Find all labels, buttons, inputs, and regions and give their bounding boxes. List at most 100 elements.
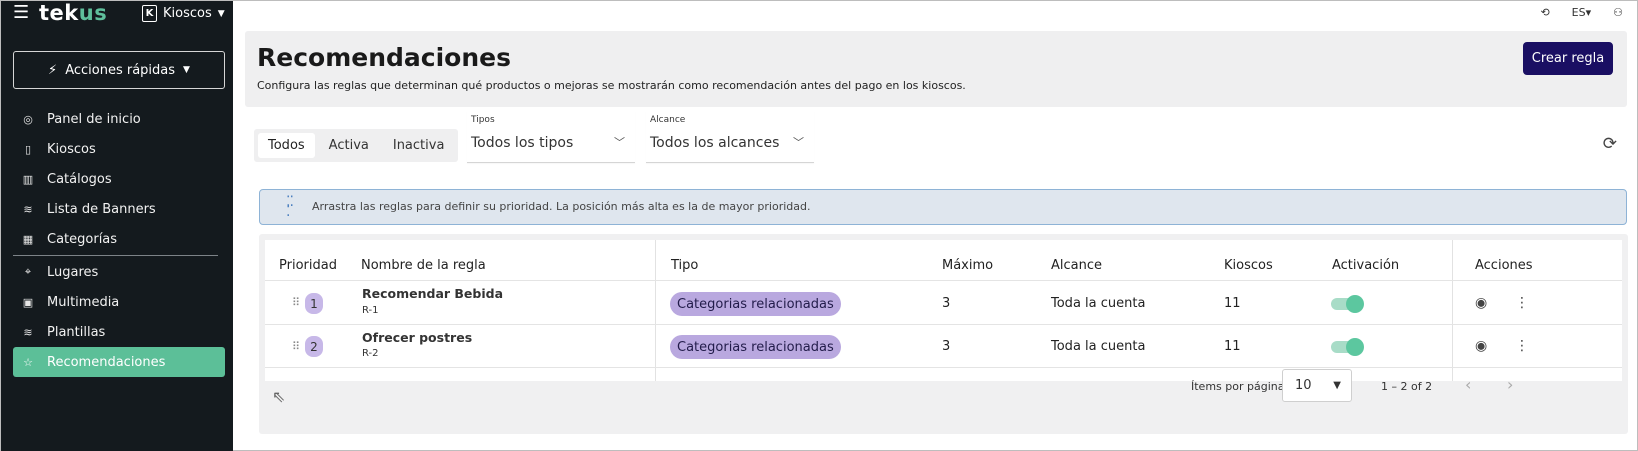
kiosk-icon: ▯ <box>24 142 32 156</box>
activation-toggle[interactable] <box>1331 338 1364 356</box>
sidebar-item-categorias[interactable]: ▦ Categorías <box>13 224 225 254</box>
items-per-page-label: Ítems por página <box>1191 380 1285 393</box>
sidebar-item-label: Panel de inicio <box>47 111 141 127</box>
create-rule-button[interactable]: Crear regla <box>1523 42 1613 75</box>
kiosks-count: 11 <box>1224 339 1241 354</box>
kiosk-badge-icon: K <box>142 5 157 22</box>
sidebar-item-lista-de-banners[interactable]: ≋ Lista de Banners <box>13 194 225 224</box>
drag-handle-icon[interactable]: ⠿ <box>292 340 300 353</box>
scope-label: Alcance <box>650 115 686 125</box>
history-icon[interactable]: ⟲ <box>1540 6 1549 19</box>
sidebar-item-catalogos[interactable]: ▥ Catálogos <box>13 164 225 194</box>
menu-icon[interactable]: ☰ <box>13 4 29 22</box>
layers-icon: ≋ <box>23 325 33 339</box>
rule-name: Ofrecer postres <box>362 330 473 345</box>
header-kiosks: Kioscos <box>1224 258 1273 273</box>
user-icon[interactable]: ⚇ <box>1613 6 1623 19</box>
type-chip: Categorias relacionadas <box>670 335 841 359</box>
activation-toggle[interactable] <box>1331 295 1364 313</box>
header-rule-name: Nombre de la regla <box>361 258 486 273</box>
brand-row: ☰ tekus K Kioscos ▼ <box>1 1 233 29</box>
column-divider <box>655 240 656 381</box>
sidebar-item-label: Lugares <box>47 264 99 280</box>
sidebar-item-label: Lista de Banners <box>47 201 156 217</box>
header-actions: Acciones <box>1475 258 1533 273</box>
sidebar-nav: ◎ Panel de inicio ▯ Kioscos ▥ Catálogos … <box>13 104 225 377</box>
layers-icon: ≋ <box>23 202 33 216</box>
star-icon: ☆ <box>23 355 33 369</box>
chevron-down-icon: ﹀ <box>793 136 804 149</box>
info-banner: ⁚⁚ ⁚ Arrastra las reglas para definir su … <box>259 189 1627 225</box>
sidebar-item-panel-de-inicio[interactable]: ◎ Panel de inicio <box>13 104 225 134</box>
priority-badge: 1 <box>305 293 323 314</box>
eye-icon[interactable]: ◉ <box>1475 295 1487 311</box>
quick-actions-label: Acciones rápidas <box>65 62 176 78</box>
sidebar-item-label: Catálogos <box>47 171 112 187</box>
quick-actions-button[interactable]: ⚡ Acciones rápidas ▼ <box>13 51 225 89</box>
boxes-icon: ▦ <box>22 232 34 246</box>
scope-select[interactable]: Alcance Todos los alcances ﹀ <box>646 111 814 163</box>
kiosks-count: 11 <box>1224 296 1241 311</box>
drag-handle-icon[interactable]: ⠿ <box>292 296 300 309</box>
page-size-value: 10 <box>1295 378 1312 393</box>
logo: tekus <box>39 1 108 25</box>
book-icon: ▥ <box>22 172 34 186</box>
header-max: Máximo <box>942 258 994 273</box>
tab-activa[interactable]: Activa <box>319 133 379 158</box>
eye-icon[interactable]: ◉ <box>1475 338 1487 354</box>
header-type: Tipo <box>671 258 699 273</box>
page-size-select[interactable]: 10 ▼ <box>1282 369 1352 402</box>
chevron-down-icon: ▼ <box>217 8 225 19</box>
header-priority: Prioridad <box>279 258 337 273</box>
tab-todos[interactable]: Todos <box>258 133 315 158</box>
types-select[interactable]: Tipos Todos los tipos ﹀ <box>467 111 635 163</box>
caret-down-icon: ▼ <box>1333 380 1341 391</box>
sidebar: ☰ tekus K Kioscos ▼ ⚡ Acciones rápidas ▼… <box>1 1 233 451</box>
rules-table: Prioridad Nombre de la regla Tipo Máximo… <box>265 240 1622 381</box>
chevron-right-icon[interactable]: › <box>1507 375 1513 394</box>
chevron-left-icon[interactable]: ‹ <box>1465 375 1471 394</box>
mouse-cursor-icon: ⇖ <box>272 387 286 406</box>
status-filter-tabs: Todos Activa Inactiva <box>254 129 459 162</box>
sidebar-item-label: Plantillas <box>47 324 106 340</box>
header-scope: Alcance <box>1051 258 1103 273</box>
type-chip: Categorias relacionadas <box>670 292 841 316</box>
sidebar-item-recomendaciones[interactable]: ☆ Recomendaciones <box>13 347 225 377</box>
tab-inactiva[interactable]: Inactiva <box>383 133 455 158</box>
rules-table-card: Prioridad Nombre de la regla Tipo Máximo… <box>259 234 1628 434</box>
rule-code: R-2 <box>362 348 379 359</box>
sidebar-item-multimedia[interactable]: ▣ Multimedia <box>13 287 225 317</box>
max-value: 3 <box>942 296 951 311</box>
language-selector[interactable]: ES ▾ <box>1572 6 1591 19</box>
priority-badge: 2 <box>305 336 323 357</box>
more-options-icon[interactable]: ⋮ <box>1515 338 1529 354</box>
column-divider <box>1452 240 1453 381</box>
sidebar-divider <box>13 255 218 256</box>
row-divider <box>265 280 1622 281</box>
banner-text: Arrastra las reglas para definir su prio… <box>312 200 811 213</box>
rule-code: R-1 <box>362 305 379 316</box>
pin-icon: ⌖ <box>24 265 32 278</box>
gauge-icon: ◎ <box>23 112 33 126</box>
header-activation: Activación <box>1332 258 1400 273</box>
sidebar-item-plantillas[interactable]: ≋ Plantillas <box>13 317 225 347</box>
max-value: 3 <box>942 339 951 354</box>
drag-dots-icon: ⁚⁚ ⁚ <box>286 194 294 220</box>
rule-name: Recomendar Bebida <box>362 286 504 301</box>
sidebar-item-label: Multimedia <box>47 294 120 310</box>
image-icon: ▣ <box>22 295 34 309</box>
sidebar-item-lugares[interactable]: ⌖ Lugares <box>13 257 225 287</box>
sidebar-item-label: Categorías <box>47 231 118 247</box>
types-value: Todos los tipos <box>471 135 574 151</box>
scope-value: Toda la cuenta <box>1051 339 1146 354</box>
page-header: Recomendaciones Configura las reglas que… <box>245 31 1627 107</box>
more-options-icon[interactable]: ⋮ <box>1515 295 1529 311</box>
sidebar-item-label: Recomendaciones <box>47 354 166 370</box>
row-divider <box>265 367 1622 368</box>
refresh-icon[interactable]: ⟳ <box>1603 134 1617 154</box>
page-subtitle: Configura las reglas que determinan qué … <box>257 79 966 92</box>
chevron-down-icon: ﹀ <box>614 136 625 149</box>
sidebar-item-kioscos[interactable]: ▯ Kioscos <box>13 134 225 164</box>
chevron-down-icon: ▼ <box>183 65 190 75</box>
workspace-switcher[interactable]: K Kioscos ▼ <box>142 5 225 22</box>
